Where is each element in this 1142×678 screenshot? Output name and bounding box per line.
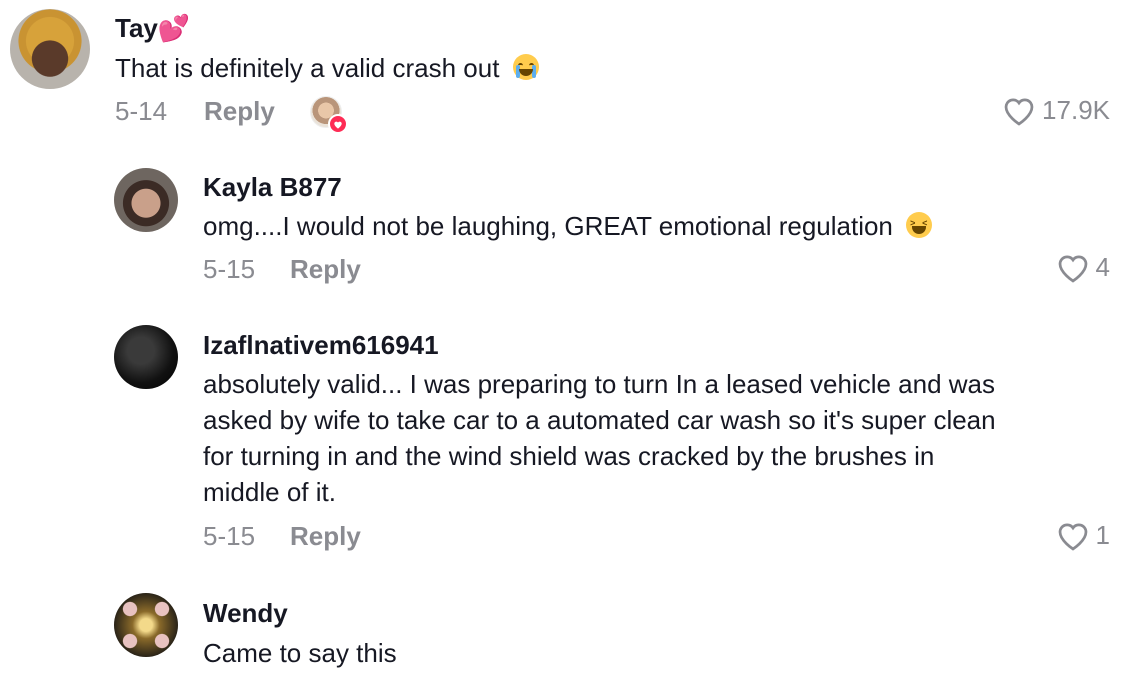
comment-text: Came to say this (203, 638, 397, 668)
avatar[interactable] (114, 325, 178, 389)
comment-text-line: asked by wife to take car to a automated… (203, 405, 996, 435)
reply-button[interactable]: Reply (204, 96, 275, 127)
comment-date: 5-14 (115, 96, 168, 126)
heart-outline-icon (1056, 253, 1090, 283)
comment-text: omg....I would not be laughing, GREAT em… (203, 208, 933, 244)
like-count: 17.9K (1042, 95, 1110, 125)
like-button[interactable]: 17.9K (1002, 95, 1110, 126)
grinning-squinting-emoji-icon: > < (906, 212, 933, 238)
comment-username[interactable]: Izaflnativem616941 (203, 330, 439, 361)
comment-text-line: absolutely valid... I was preparing to t… (203, 369, 996, 399)
loudly-crying-emoji-icon (512, 54, 539, 80)
comment-username[interactable]: Tay💕 (115, 13, 190, 44)
avatar[interactable] (114, 168, 178, 232)
comment-text-line: middle of it. (203, 477, 336, 507)
comment-text-content: That is definitely a valid crash out (115, 53, 500, 83)
heart-outline-icon (1002, 96, 1036, 126)
creator-liked-badge (310, 96, 350, 136)
comment-text: absolutely valid... I was preparing to t… (203, 366, 1123, 510)
comment-username[interactable]: Kayla B877 (203, 172, 342, 203)
comment-date: 5-15 (203, 254, 256, 284)
reply-button[interactable]: Reply (290, 521, 361, 552)
avatar[interactable] (114, 593, 178, 657)
avatar[interactable] (10, 9, 90, 89)
comment-text-line: for turning in and the wind shield was c… (203, 441, 935, 471)
like-count: 1 (1095, 520, 1110, 550)
like-button[interactable]: 1 (1056, 520, 1110, 551)
reply-button[interactable]: Reply (290, 254, 361, 285)
heart-icon (328, 114, 348, 134)
like-count: 4 (1095, 252, 1110, 282)
comment-text-content: omg....I would not be laughing, GREAT em… (203, 211, 893, 241)
heart-outline-icon (1056, 521, 1090, 551)
comment-text: That is definitely a valid crash out (115, 50, 539, 86)
like-button[interactable]: 4 (1056, 252, 1110, 283)
comment-date: 5-15 (203, 521, 256, 551)
comment-username[interactable]: Wendy (203, 598, 288, 629)
